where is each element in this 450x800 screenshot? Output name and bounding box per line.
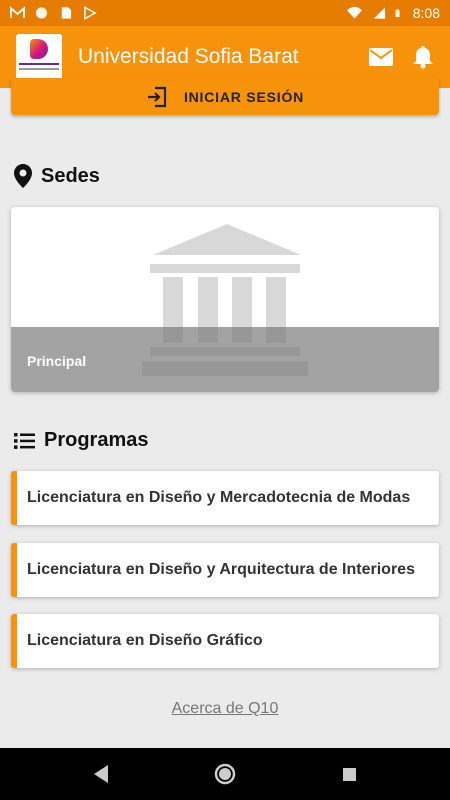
wifi-icon [346, 6, 362, 19]
programas-heading: Programas [14, 429, 149, 452]
gmail-icon [10, 6, 25, 18]
program-label: Licenciatura en Diseño y Arquitectura de… [27, 561, 415, 578]
signal-icon [373, 7, 385, 19]
program-item[interactable]: Licenciatura en Diseño Gráfico [11, 614, 439, 668]
status-bar: 8:08 [0, 0, 450, 26]
status-time: 8:08 [412, 5, 440, 21]
back-icon[interactable] [90, 762, 112, 786]
program-label: Licenciatura en Diseño Gráfico [27, 632, 263, 649]
list-icon [14, 432, 35, 449]
program-item[interactable]: Licenciatura en Diseño y Mercadotecnia d… [11, 471, 439, 525]
sd-card-icon [61, 7, 72, 19]
battery-icon [395, 9, 400, 17]
mail-icon[interactable] [368, 47, 394, 67]
login-label: INICIAR SESIÓN [183, 88, 305, 105]
record-icon [35, 7, 48, 19]
home-icon[interactable] [213, 762, 237, 786]
sede-card-principal[interactable]: Principal [11, 207, 439, 392]
sedes-heading: Sedes [14, 164, 100, 188]
sede-name: Principal [27, 353, 87, 369]
location-pin-icon [14, 164, 32, 188]
login-icon [147, 86, 167, 107]
university-logo [16, 34, 62, 80]
about-link[interactable]: Acerca de Q10 [0, 700, 450, 718]
programas-title: Programas [44, 429, 149, 451]
program-item[interactable]: Licenciatura en Diseño y Arquitectura de… [11, 543, 439, 597]
recents-icon[interactable] [340, 762, 360, 786]
play-store-icon [84, 6, 97, 20]
navigation-bar [0, 748, 450, 800]
bell-icon[interactable] [412, 45, 434, 69]
sedes-title: Sedes [41, 164, 100, 187]
app-title: Universidad Sofia Barat [78, 45, 299, 68]
program-label: Licenciatura en Diseño y Mercadotecnia d… [27, 489, 411, 506]
login-button[interactable]: INICIAR SESIÓN [11, 78, 439, 115]
